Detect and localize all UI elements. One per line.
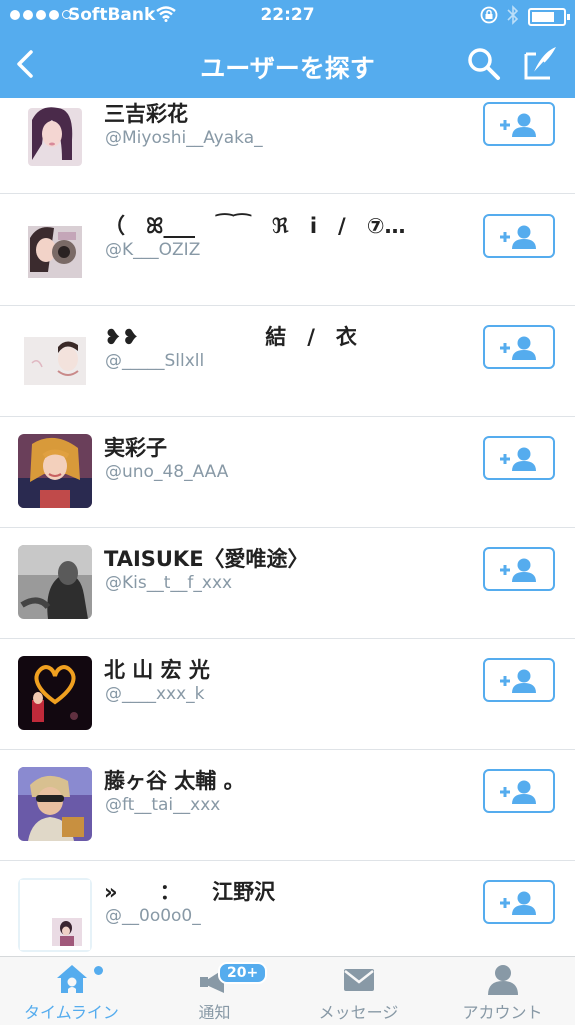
follow-button[interactable] (483, 214, 555, 258)
user-handle: @K___OZIZ (105, 240, 201, 260)
account-icon (487, 965, 518, 995)
tab-label: メッセージ (318, 1003, 399, 1022)
avatar[interactable] (18, 878, 92, 952)
list-item[interactable]: » ： 江野沢 @__0o0o0_ (0, 860, 575, 956)
user-handle: @_____Sllxll (105, 351, 205, 371)
status-bar: SoftBank 22:27 (0, 0, 575, 32)
user-handle: @____xxx_k (105, 684, 205, 704)
list-item[interactable]: ❥❥ 結 / 衣 . @_____Sllxll (0, 305, 575, 417)
add-user-icon (500, 447, 536, 471)
user-name: TAISUKE〈愛唯途〉 (104, 547, 309, 571)
list-item[interactable]: （ ꕤ___ ⁀⁀ ℜ i / ⑦… @K___OZIZ (0, 194, 575, 306)
add-user-icon (500, 113, 536, 137)
rotation-lock-icon (480, 6, 498, 24)
avatar[interactable] (18, 434, 92, 508)
user-handle: @uno_48_AAA (105, 462, 229, 482)
follow-button[interactable] (483, 658, 555, 702)
user-handle: @__0o0o0_ (105, 906, 201, 926)
user-name: 三吉彩花 (104, 102, 188, 126)
list-item[interactable]: 実彩子 @uno_48_AAA (0, 416, 575, 528)
follow-button[interactable] (483, 880, 555, 924)
message-icon (343, 969, 374, 991)
bluetooth-icon (507, 5, 519, 25)
list-item[interactable]: 藤ヶ谷 太輔 。 @ft__tai__xxx (0, 749, 575, 861)
avatar[interactable] (18, 100, 92, 174)
user-handle: @Kis__t__f_xxx (105, 573, 233, 593)
add-user-icon (500, 780, 536, 804)
avatar[interactable] (18, 767, 92, 841)
home-icon (56, 965, 87, 993)
user-name: 藤ヶ谷 太輔 。 (104, 769, 245, 793)
follow-button[interactable] (483, 436, 555, 480)
user-name: 実彩子 (104, 436, 167, 460)
avatar[interactable] (18, 656, 92, 730)
user-handle: @Miyoshi__Ayaka_ (105, 128, 263, 148)
user-name: （ ꕤ___ ⁀⁀ ℜ i / ⑦… (104, 214, 406, 238)
tab-label: 通知 (198, 1003, 231, 1022)
list-item[interactable]: 北 山 宏 光 @____xxx_k (0, 638, 575, 750)
avatar[interactable] (18, 545, 92, 619)
add-user-icon (500, 225, 536, 249)
user-name: ❥❥ 結 / 衣 . (104, 325, 491, 349)
add-user-icon (500, 891, 536, 915)
follow-button[interactable] (483, 547, 555, 591)
user-handle: @ft__tai__xxx (105, 795, 221, 815)
list-item[interactable]: TAISUKE〈愛唯途〉 @Kis__t__f_xxx (0, 527, 575, 639)
add-user-icon (500, 669, 536, 693)
list-item[interactable]: 三吉彩花 @Miyoshi__Ayaka_ (0, 98, 575, 194)
follow-button[interactable] (483, 325, 555, 369)
avatar[interactable] (18, 212, 92, 286)
unread-dot (94, 966, 103, 975)
tab-label: アカウント (462, 1003, 543, 1022)
battery-icon (528, 8, 570, 26)
tab-label: タイムライン (24, 1003, 119, 1022)
tab-timeline[interactable]: タイムライン (0, 957, 143, 1025)
add-user-icon (500, 558, 536, 582)
tab-messages[interactable]: メッセージ (287, 957, 430, 1025)
notification-badge: 20+ (218, 962, 268, 984)
search-button[interactable] (466, 46, 502, 82)
top-bar: SoftBank 22:27 ユーザーを探す (0, 0, 575, 98)
add-user-icon (500, 336, 536, 360)
avatar[interactable] (18, 323, 92, 397)
user-name: 北 山 宏 光 (104, 658, 210, 682)
user-list: 三吉彩花 @Miyoshi__Ayaka_ （ ꕤ___ ⁀⁀ ℜ i / ⑦…… (0, 98, 575, 956)
follow-button[interactable] (483, 102, 555, 146)
navigation-bar: ユーザーを探す (0, 32, 575, 98)
tab-account[interactable]: アカウント (431, 957, 574, 1025)
follow-button[interactable] (483, 769, 555, 813)
user-name: » ： 江野沢 (104, 880, 276, 904)
tab-bar: タイムライン 通知 メッセージ アカウント (0, 956, 575, 1025)
compose-button[interactable] (522, 44, 560, 82)
